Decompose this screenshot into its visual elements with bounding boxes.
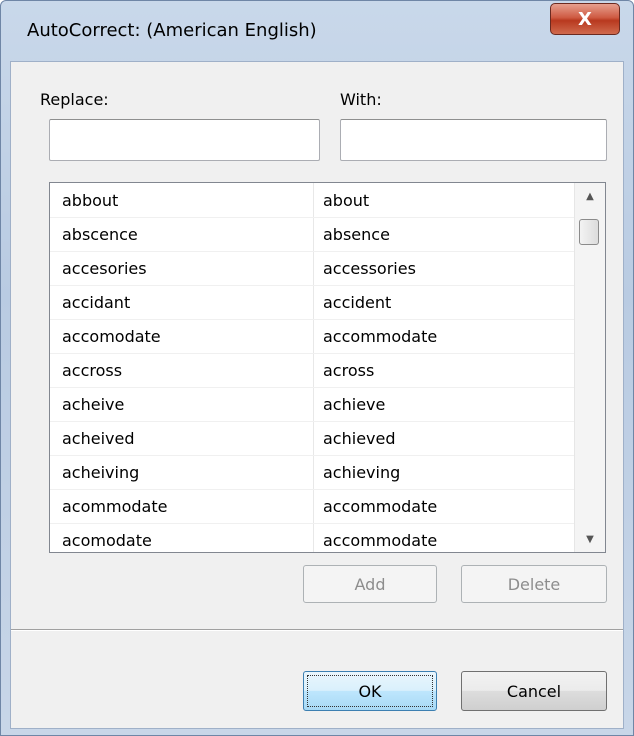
dialog-window: AutoCorrect: (American English) X Replac… (0, 0, 634, 736)
list-item[interactable]: acheived achieved (50, 421, 575, 456)
scrollbar-thumb[interactable] (579, 219, 599, 245)
list-item[interactable]: abscence absence (50, 217, 575, 252)
replace-input[interactable] (49, 119, 320, 161)
replace-cell: acheived (62, 429, 135, 448)
list-item[interactable]: accidant accident (50, 285, 575, 320)
close-button[interactable]: X (550, 3, 620, 35)
scroll-down-arrow-icon[interactable]: ▼ (575, 526, 605, 552)
window-title: AutoCorrect: (American English) (27, 20, 317, 41)
dialog-body: Replace: With: abbout about abscence abs… (10, 61, 624, 729)
replace-cell: abbout (62, 191, 119, 210)
replace-cell: accross (62, 361, 123, 380)
list-item[interactable]: accross across (50, 353, 575, 388)
with-cell: achieving (323, 463, 401, 482)
with-cell: about (323, 191, 370, 210)
list-scrollbar[interactable]: ▲ ▼ (574, 183, 605, 552)
replace-cell: accidant (62, 293, 131, 312)
list-item[interactable]: acommodate accommodate (50, 489, 575, 524)
replace-cell: acommodate (62, 497, 168, 516)
close-icon: X (578, 8, 592, 30)
cancel-button[interactable]: Cancel (461, 671, 607, 711)
focus-ring (307, 675, 433, 707)
replace-cell: acheive (62, 395, 125, 414)
replace-label: Replace: (40, 90, 109, 109)
autocorrect-list[interactable]: abbout about abscence absence accesories… (49, 182, 606, 553)
replace-cell: abscence (62, 225, 138, 244)
list-item[interactable]: acheiving achieving (50, 455, 575, 490)
list-item[interactable]: acomodate accommodate (50, 523, 575, 552)
ok-button[interactable]: OK (303, 671, 437, 711)
replace-cell: acheiving (62, 463, 140, 482)
with-cell: across (323, 361, 375, 380)
delete-button[interactable]: Delete (461, 565, 607, 603)
add-button[interactable]: Add (303, 565, 437, 603)
with-cell: accessories (323, 259, 416, 278)
with-cell: absence (323, 225, 390, 244)
divider (11, 629, 623, 631)
replace-cell: accesories (62, 259, 147, 278)
with-input[interactable] (340, 119, 607, 161)
scroll-up-arrow-icon[interactable]: ▲ (575, 183, 605, 209)
with-cell: accommodate (323, 531, 438, 550)
list-item[interactable]: accesories accessories (50, 251, 575, 286)
with-cell: achieve (323, 395, 386, 414)
replace-cell: acomodate (62, 531, 152, 550)
with-cell: achieved (323, 429, 396, 448)
list-item[interactable]: accomodate accommodate (50, 319, 575, 354)
title-bar[interactable]: AutoCorrect: (American English) X (1, 1, 634, 61)
replace-cell: accomodate (62, 327, 161, 346)
with-cell: accommodate (323, 497, 438, 516)
with-cell: accommodate (323, 327, 438, 346)
list-item[interactable]: abbout about (50, 183, 575, 218)
list-item[interactable]: acheive achieve (50, 387, 575, 422)
with-label: With: (340, 90, 382, 109)
with-cell: accident (323, 293, 392, 312)
